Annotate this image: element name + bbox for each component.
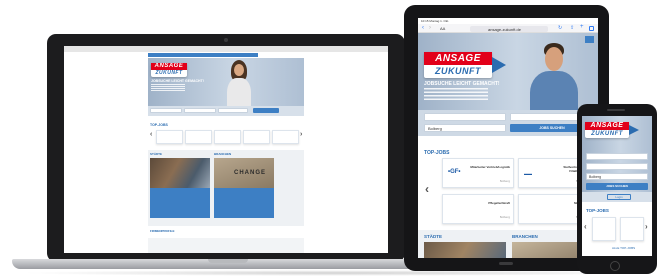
tablet-forward-icon[interactable]: › — [429, 25, 431, 31]
tablet-location-field[interactable]: Bolberg — [424, 124, 506, 132]
tablet-logo-bottom: ZUKUNFT — [435, 66, 481, 76]
tablet-home-indicator — [499, 262, 513, 265]
laptop-branches-list — [214, 188, 274, 218]
tablet-top-jobs-heading: TOP-JOBS — [424, 150, 450, 156]
tablet-status-bar: 10:15 Montag 1. Okt. — [421, 19, 450, 23]
phone-job-card[interactable] — [592, 217, 616, 241]
laptop-hero-text — [151, 84, 185, 91]
phone-job-card[interactable] — [620, 217, 644, 241]
laptop-cities-list — [150, 188, 210, 218]
tablet-cities-image — [424, 242, 506, 258]
tablet-back-icon[interactable]: ‹ — [422, 25, 424, 31]
phone-search-button[interactable]: JOBS SUCHEN — [586, 183, 648, 190]
phone-logo-top: ANSAGE — [585, 122, 629, 130]
laptop-cities-heading: STÄDTE — [150, 152, 162, 156]
laptop-top-jobs-heading: TOP-JOBS — [150, 123, 168, 127]
tablet-hero-text — [424, 88, 488, 101]
tablet-logo-top: ANSAGE — [424, 52, 492, 65]
tablet-cities-heading: STÄDTE — [424, 234, 442, 239]
ground-shadow — [20, 270, 650, 276]
laptop-radius-field[interactable] — [218, 108, 248, 113]
laptop-cities-image — [150, 158, 210, 188]
laptop-screen: ANSAGE ZUKUNFT JOBSUCHE LEICHT GEMACHT! … — [64, 46, 388, 253]
tablet-reader-icon[interactable]: AA — [440, 26, 445, 31]
laptop-branches-heading: BRANCHEN — [214, 152, 232, 156]
tablet-branches-heading: BRANCHEN — [512, 234, 538, 239]
laptop-logo-top: ANSAGE — [151, 63, 187, 70]
tablet-job-card[interactable]: •GF• Mitarbeiter Vertrieb/Logistik Bolbe… — [442, 158, 514, 188]
phone-logo: ANSAGE ZUKUNFT — [585, 122, 629, 138]
tablet-job-logo: •GF• — [448, 169, 461, 175]
laptop-job-card[interactable] — [185, 130, 212, 144]
laptop-browser-bar — [64, 46, 388, 52]
laptop-site-nav — [148, 53, 258, 57]
tablet-job-card[interactable]: Pflegefachkraft Bolberg — [442, 194, 514, 224]
phone-keyword-field[interactable] — [586, 153, 648, 160]
tablet-reload-icon[interactable]: ↻ — [558, 25, 562, 31]
laptop-job-card[interactable] — [243, 130, 270, 144]
tablet-logo: ANSAGE ZUKUNFT — [424, 52, 492, 78]
tablet-job-title: Mitarbeiter Vertrieb/Logistik — [470, 165, 510, 169]
tablet-screen: 10:15 Montag 1. Okt. ‹ › AA ansage-zukun… — [418, 18, 598, 258]
phone-all-jobs-link[interactable]: ALLE TOP-JOBS — [612, 246, 635, 250]
tablet-keyword-field[interactable] — [424, 113, 506, 121]
phone-logo-arrow — [629, 125, 639, 135]
tablet-tabs-icon[interactable] — [589, 26, 594, 31]
laptop-branches-image: CHANGE — [214, 158, 274, 188]
laptop-notch — [208, 259, 248, 263]
tablet-add-icon[interactable]: + — [580, 24, 584, 30]
laptop-camera — [224, 38, 228, 42]
tablet-job-logo: ▬▬ — [524, 171, 532, 176]
laptop-jobs-next-arrow[interactable]: › — [300, 131, 302, 138]
laptop-job-card[interactable] — [156, 130, 183, 144]
tablet-hero-title: JOBSUCHE LEICHT GEMACHT! — [424, 81, 500, 87]
tablet-menu-icon[interactable] — [585, 36, 594, 43]
phone-jobs-prev-arrow[interactable]: ‹ — [584, 222, 587, 231]
tablet-share-icon[interactable]: ⇪ — [570, 25, 574, 31]
laptop-job-card[interactable] — [214, 130, 241, 144]
phone-login-button[interactable]: Login — [607, 194, 631, 200]
phone-speaker — [607, 109, 625, 111]
phone-jobs-next-arrow[interactable]: › — [645, 222, 648, 231]
laptop-footer-band — [148, 238, 304, 253]
phone-screen: ANSAGE ZUKUNFT Bolberg JOBS SUCHEN Login… — [582, 116, 652, 256]
phone-location-field[interactable]: Bolberg — [586, 173, 648, 180]
phone-logo-bottom: ZUKUNFT — [591, 131, 623, 137]
tablet-job-location: Bolberg — [499, 179, 510, 183]
tablet-job-title: Pflegefachkraft — [488, 201, 510, 205]
phone-radius-field[interactable] — [586, 163, 648, 170]
tablet-job-location: Bolberg — [499, 215, 510, 219]
laptop-branches-tile-word: CHANGE — [234, 170, 267, 176]
tablet-jobs-prev-arrow[interactable]: ‹ — [425, 182, 429, 196]
laptop-hero-title: JOBSUCHE LEICHT GEMACHT! — [151, 79, 204, 83]
laptop-keyword-field[interactable] — [150, 108, 182, 113]
tablet-logo-arrow — [492, 57, 506, 73]
laptop-location-field[interactable] — [184, 108, 216, 113]
tablet-url-text: ansage-zukunft.de — [488, 26, 521, 32]
laptop-logo-bottom: ZUKUNFT — [155, 70, 183, 76]
laptop-search-button[interactable] — [253, 108, 279, 113]
laptop-logo: ANSAGE ZUKUNFT — [151, 63, 187, 77]
phone-top-jobs-heading: TOP-JOBS — [586, 208, 609, 213]
laptop-bottom-heading: FIRMENPROFILE — [150, 229, 175, 233]
laptop-jobs-prev-arrow[interactable]: ‹ — [150, 131, 152, 138]
laptop-job-card[interactable] — [272, 130, 299, 144]
